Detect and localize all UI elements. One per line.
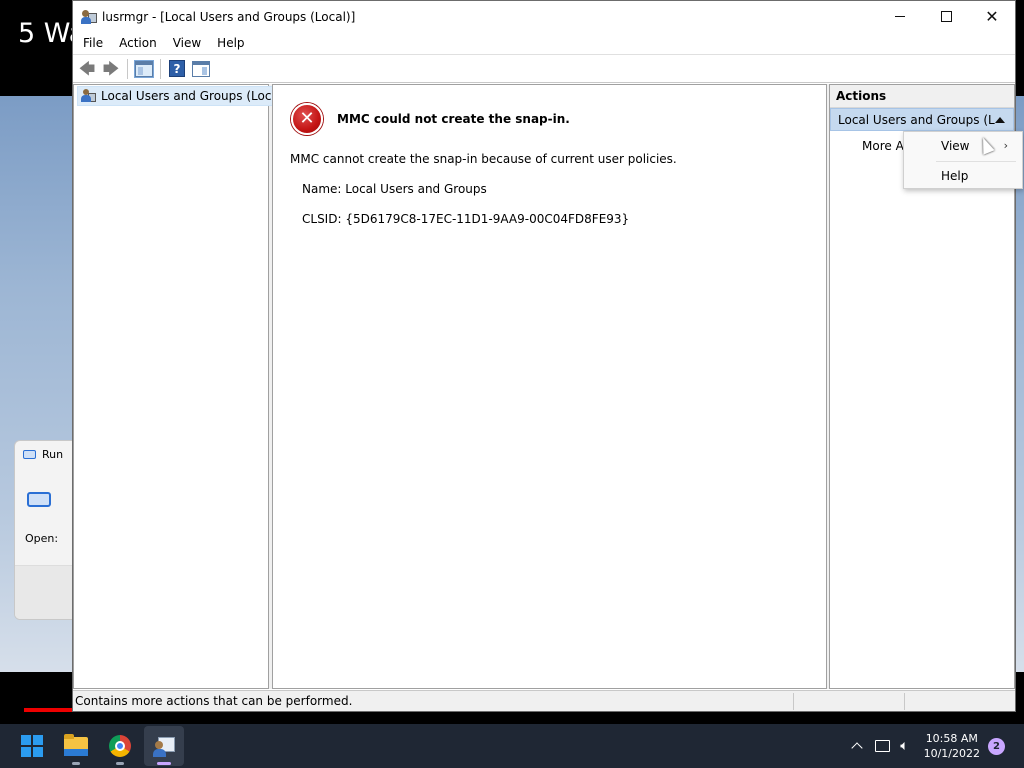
speaker-icon[interactable]: 🔈︎ [900,738,908,754]
windows-logo-icon [21,735,43,757]
error-clsid: CLSID: {5D6179C8-17EC-11D1-9AA9-00C04FD8… [302,212,630,226]
taskbar: 🔈︎ 10:58 AM 10/1/2022 2 [0,724,1024,768]
forward-arrow-icon: 🡆 [102,58,120,78]
start-button[interactable] [12,726,52,766]
forward-button[interactable]: 🡆 [100,58,122,80]
action-pane-icon [192,60,210,77]
maximize-button[interactable] [923,1,969,32]
run-title: Run [42,447,64,461]
run-open-label: Open: [25,532,59,545]
taskbar-file-explorer[interactable] [56,726,96,766]
show-hide-action-pane-button[interactable] [190,58,212,80]
window-titlebar[interactable]: lusrmgr - [Local Users and Groups (Local… [73,1,1015,32]
running-indicator [116,762,124,765]
taskbar-mmc[interactable] [144,726,184,766]
video-progress-bar[interactable] [24,708,74,712]
folder-icon [64,733,88,756]
local-users-icon [153,735,175,757]
chevron-up-icon[interactable] [851,742,863,754]
running-indicator [72,762,80,765]
mmc-window[interactable]: lusrmgr - [Local Users and Groups (Local… [72,0,1016,712]
chevron-right-icon: › [1003,139,1008,152]
clock-time: 10:58 AM [925,732,978,745]
chrome-icon [109,735,131,757]
menu-bar: File Action View Help [73,32,1015,54]
result-pane: ✕ MMC could not create the snap-in. MMC … [272,84,827,689]
status-cell [794,691,904,712]
status-cell [905,691,1015,712]
context-menu-help-label: Help [941,169,969,183]
back-button[interactable]: 🡄 [76,58,98,80]
actions-group-label: Local Users and Groups (Lo... [838,112,995,127]
context-menu-help[interactable]: Help [904,163,1022,189]
run-icon [23,449,36,459]
toolbar: 🡄 🡆 ? [73,54,1015,83]
back-arrow-icon: 🡄 [78,58,96,78]
tree-item-local-users-and-groups[interactable]: Local Users and Groups (Local) [77,86,291,106]
toolbar-separator [160,58,161,79]
help-icon: ? [169,60,185,77]
video-title: 5 Wa [18,18,72,49]
more-actions-item[interactable]: More Actions [862,139,905,153]
menu-help[interactable]: Help [209,32,252,54]
content-area: Local Users and Groups (Local) ✕ MMC cou… [73,84,1015,689]
context-menu-separator [936,161,1016,162]
network-icon[interactable] [875,740,891,752]
tree-item-label: Local Users and Groups (Local) [101,89,287,103]
toolbar-separator [127,58,128,79]
menu-view[interactable]: View [165,32,209,54]
collapse-caret-icon[interactable] [995,116,1005,123]
show-hide-console-tree-button[interactable] [133,58,155,80]
system-tray: 🔈︎ 10:58 AM 10/1/2022 2 [844,724,1024,768]
local-users-icon[interactable] [81,9,97,25]
status-text: Contains more actions that can be perfor… [75,694,353,708]
context-menu-view-label: View [941,139,970,153]
console-tree-pane[interactable]: Local Users and Groups (Local) [73,84,291,689]
menu-action[interactable]: Action [111,32,165,54]
active-indicator [157,762,171,765]
error-title: MMC could not create the snap-in. [337,112,570,126]
close-button[interactable]: ✕ [969,1,1015,32]
help-button[interactable]: ? [166,58,188,80]
context-menu-view[interactable]: View › [904,133,1022,159]
run-program-icon [27,492,51,507]
error-snapin-name: Name: Local Users and Groups [302,182,487,196]
console-tree-icon [134,59,154,78]
minimize-button[interactable] [877,1,923,32]
local-users-icon [81,88,97,104]
clock-date: 10/1/2022 [923,747,980,760]
taskbar-chrome[interactable] [100,726,140,766]
window-title: lusrmgr - [Local Users and Groups (Local… [102,9,356,24]
notification-badge[interactable]: 2 [988,737,1005,755]
actions-group-header[interactable]: Local Users and Groups (Lo... [830,108,1014,131]
error-description: MMC cannot create the snap-in because of… [290,152,677,166]
actions-header: Actions [830,85,1014,108]
error-icon: ✕ [291,103,323,135]
clock[interactable]: 10:58 AM 10/1/2022 [924,731,980,761]
menu-file[interactable]: File [75,32,111,54]
context-menu: View › Help [903,131,1023,189]
status-bar: Contains more actions that can be perfor… [73,690,1015,711]
